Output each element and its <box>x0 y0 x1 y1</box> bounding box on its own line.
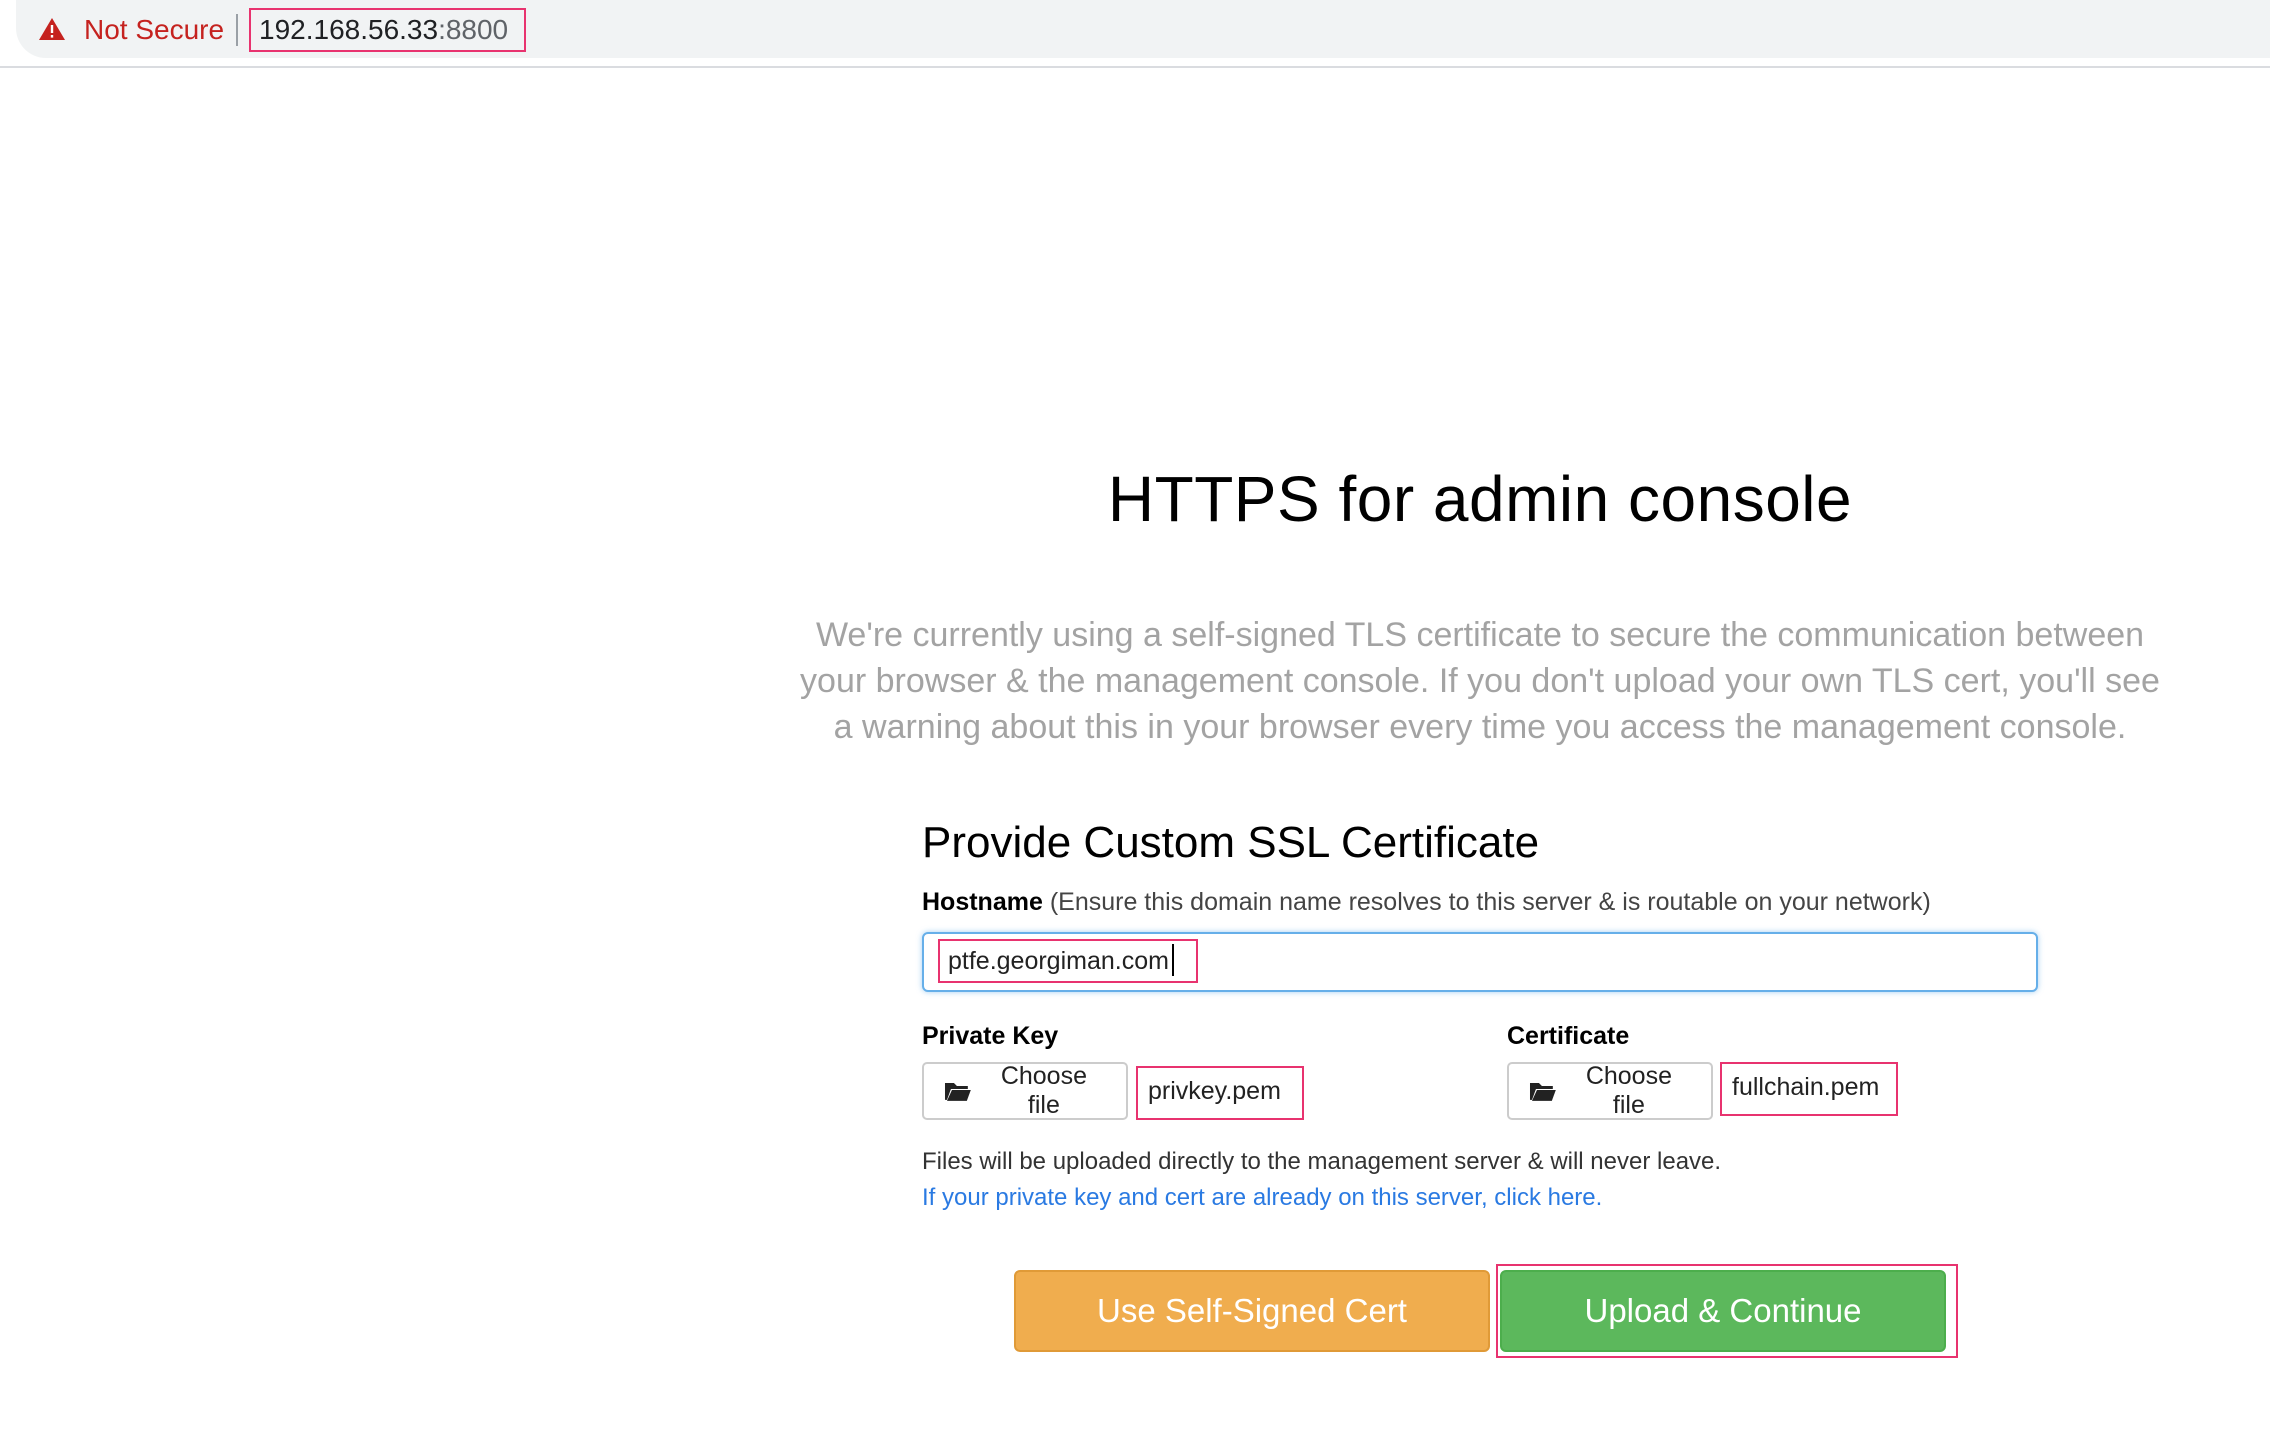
certificate-choose-button[interactable]: Choose file <box>1507 1062 1713 1120</box>
hostname-input[interactable] <box>938 939 1198 983</box>
private-key-choose-button[interactable]: Choose file <box>922 1062 1128 1120</box>
hostname-field[interactable] <box>922 932 2038 992</box>
address-separator <box>236 14 238 46</box>
private-key-filename: privkey.pem <box>1136 1066 1304 1120</box>
intro-text: We're currently using a self-signed TLS … <box>800 616 2160 746</box>
private-key-label: Private Key <box>922 1022 1059 1050</box>
text-caret <box>1172 944 1174 976</box>
use-self-signed-cert-button[interactable]: Use Self-Signed Cert <box>1014 1270 1490 1352</box>
not-secure-label[interactable]: Not Secure <box>84 12 224 48</box>
warning-icon[interactable] <box>38 17 66 41</box>
hostname-label: Hostname <box>922 888 1043 916</box>
hostname-label-row: Hostname (Ensure this domain name resolv… <box>922 888 1931 917</box>
folder-open-icon <box>1529 1083 1556 1101</box>
url-host: 192.168.56.33 <box>259 14 439 45</box>
private-key-choose-label: Choose file <box>1000 1062 1087 1119</box>
section-title: Provide Custom SSL Certificate <box>922 818 1540 867</box>
url-port: :8800 <box>438 14 509 45</box>
page-title: HTTPS for admin console <box>1107 463 1853 535</box>
certificate-filename: fullchain.pem <box>1720 1062 1898 1116</box>
certificate-choose-label: Choose file <box>1585 1062 1672 1119</box>
folder-open-icon <box>944 1083 971 1101</box>
toolbar-divider <box>0 66 2270 68</box>
upload-continue-button[interactable]: Upload & Continue <box>1500 1270 1946 1352</box>
server-files-link[interactable]: If your private key and cert are already… <box>922 1184 1602 1212</box>
upload-note: Files will be uploaded directly to the m… <box>922 1148 1722 1175</box>
hostname-hint: (Ensure this domain name resolves to thi… <box>1049 888 1931 916</box>
certificate-label: Certificate <box>1507 1022 1630 1050</box>
url-field[interactable]: 192.168.56.33:8800 <box>249 8 527 52</box>
